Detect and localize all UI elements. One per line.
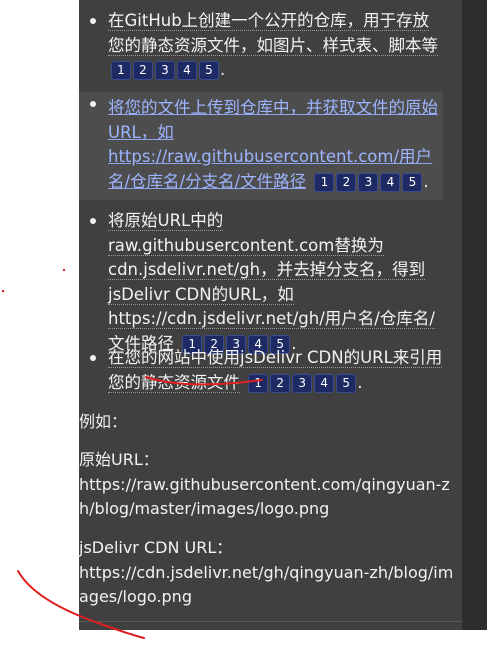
citation-badge[interactable]: 3 bbox=[358, 172, 379, 192]
citation-group: 12345 bbox=[313, 170, 423, 195]
panel-bottom-divider bbox=[79, 621, 462, 622]
citation-badge[interactable]: 2 bbox=[133, 61, 153, 81]
citation-badge[interactable]: 4 bbox=[314, 373, 335, 393]
cdn-url-text: https://cdn.jsdelivr.net/gh/qingyuan-zh/… bbox=[79, 562, 454, 607]
red-dot-mark bbox=[1, 289, 5, 293]
citation-badge[interactable]: 1 bbox=[248, 373, 269, 393]
cdn-url-label: jsDelivr CDN URL： bbox=[79, 538, 233, 557]
citation-group: 12345 bbox=[110, 58, 220, 83]
original-url-text: https://raw.githubusercontent.com/qingyu… bbox=[79, 474, 450, 519]
citation-badge[interactable]: 5 bbox=[199, 61, 219, 81]
list-item: 在GitHub上创建一个公开的仓库，用于存放您的静态资源文件，如图片、样式表、脚… bbox=[90, 9, 443, 83]
citation-badge[interactable]: 4 bbox=[380, 172, 401, 192]
list-item-text: 在GitHub上创建一个公开的仓库，用于存放您的静态资源文件，如图片、样式表、脚… bbox=[108, 11, 438, 56]
scrollbar-track[interactable] bbox=[462, 0, 487, 630]
citation-badge[interactable]: 3 bbox=[155, 61, 175, 81]
citation-badge[interactable]: 1 bbox=[111, 61, 131, 81]
citation-badge[interactable]: 5 bbox=[402, 172, 423, 192]
cdn-url-block: jsDelivr CDN URL： https://cdn.jsdelivr.n… bbox=[79, 536, 462, 610]
citation-badge[interactable]: 2 bbox=[270, 373, 291, 393]
citation-badge[interactable]: 1 bbox=[314, 172, 335, 192]
citation-badge[interactable]: 2 bbox=[336, 172, 357, 192]
chat-response-panel: 在GitHub上创建一个公开的仓库，用于存放您的静态资源文件，如图片、样式表、脚… bbox=[79, 0, 462, 630]
sentence-end: . bbox=[357, 372, 363, 392]
citation-badge[interactable]: 5 bbox=[336, 373, 357, 393]
list-item: 将原始URL中的raw.githubusercontent.com替换为cdn.… bbox=[90, 209, 443, 356]
sentence-end: . bbox=[220, 60, 226, 79]
citation-badge[interactable]: 4 bbox=[177, 61, 197, 81]
citation-group: 12345 bbox=[247, 371, 357, 396]
list-item: 在您的网站中使用jsDelivr CDN的URL来引用您的静态资源文件 1234… bbox=[90, 346, 443, 396]
citation-badge[interactable]: 3 bbox=[292, 373, 313, 393]
red-dot-mark bbox=[62, 268, 66, 272]
sentence-end: . bbox=[423, 171, 429, 191]
list-item-link-text[interactable]: 将您的文件上传到仓库中，并获取文件的原始URL，如 bbox=[108, 98, 438, 142]
example-label: 例如： bbox=[79, 412, 128, 431]
list-item: 将您的文件上传到仓库中，并获取文件的原始URL，如 https://raw.gi… bbox=[79, 92, 443, 201]
original-url-label: 原始URL： bbox=[79, 450, 159, 469]
original-url-block: 原始URL： https://raw.githubusercontent.com… bbox=[79, 448, 462, 522]
